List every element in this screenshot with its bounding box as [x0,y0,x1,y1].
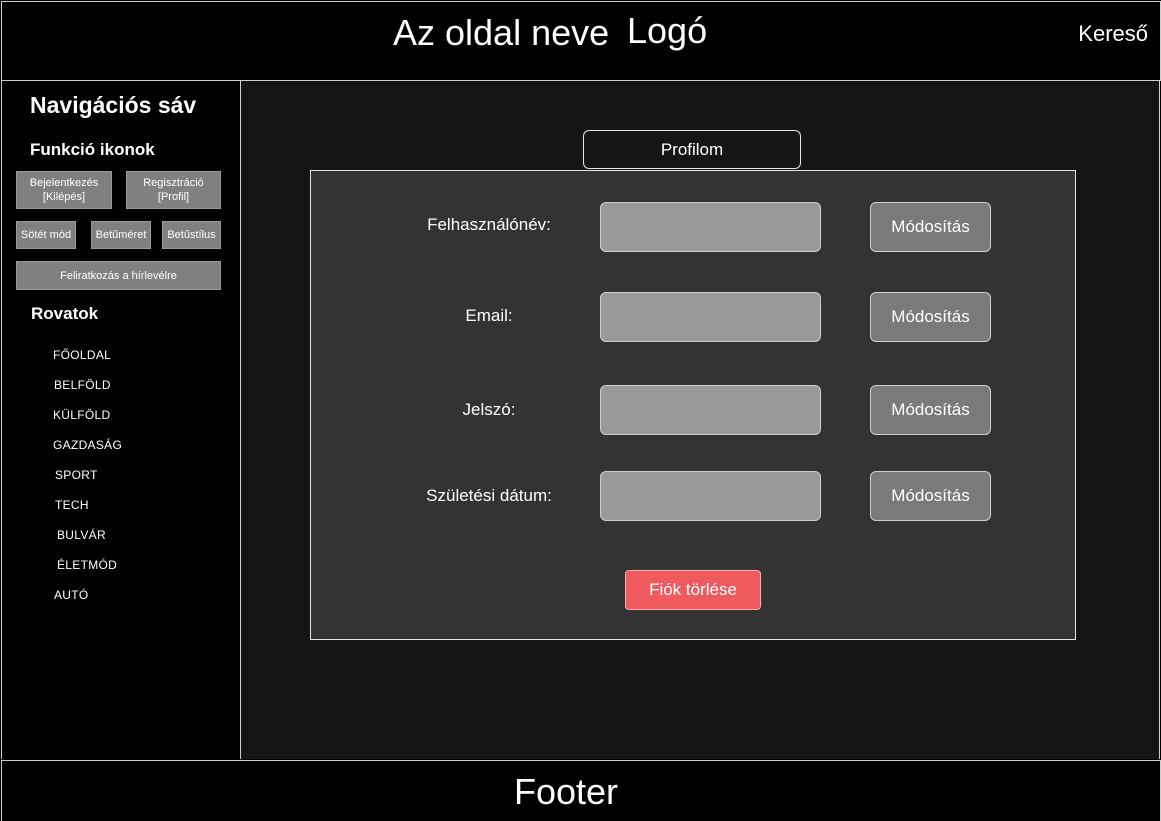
password-label: Jelszó: [462,400,516,419]
section-link-sport[interactable]: SPORT [55,467,98,483]
section-link-gazdasag[interactable]: GAZDASÁG [53,437,122,453]
birth-date-label: Születési dátum: [426,486,552,505]
font-size-button[interactable]: Betűméret [91,221,151,249]
navigation-sidebar: Navigációs sáv Funkció ikonok Bejelentke… [1,81,241,759]
newsletter-subscribe-button[interactable]: Feliratkozás a hírlevélre [16,261,221,290]
birth-date-field[interactable] [600,471,821,521]
main-content: Profilom Felhasználónév: Módosítás Email… [241,81,1160,759]
footer: Footer [1,760,1161,821]
search-link[interactable]: Kereső [1078,20,1148,48]
section-link-auto[interactable]: AUTÓ [54,587,89,603]
modify-birth-date-button[interactable]: Módosítás [870,471,991,521]
profile-panel: Felhasználónév: Módosítás Email: Módosít… [310,170,1076,640]
username-label: Felhasználónév: [427,215,551,234]
section-link-eletmod[interactable]: ÉLETMÓD [57,557,117,573]
delete-account-button[interactable]: Fiók törlése [625,570,761,610]
modify-password-button[interactable]: Módosítás [870,385,991,435]
sidebar-title: Navigációs sáv [30,92,197,118]
username-field[interactable] [600,202,821,252]
header: Az oldal neve Logó Kereső [1,1,1161,81]
modify-username-button[interactable]: Módosítás [870,202,991,252]
site-name: Az oldal neve [393,12,610,53]
section-link-fooldal[interactable]: FŐOLDAL [53,347,111,363]
section-link-kulfold[interactable]: KÜLFÖLD [53,407,110,423]
section-link-bulvar[interactable]: BULVÁR [57,527,106,543]
register-button[interactable]: Regisztráció [Profil] [126,171,221,209]
tab-profile[interactable]: Profilom [583,130,801,169]
modify-email-button[interactable]: Módosítás [870,292,991,342]
section-link-tech[interactable]: TECH [55,497,89,513]
function-icons-title: Funkció ikonok [30,140,155,159]
dark-mode-button[interactable]: Sötét mód [16,221,76,249]
email-label: Email: [465,306,513,325]
password-field[interactable] [600,385,821,435]
section-link-belfold[interactable]: BELFÖLD [54,377,111,393]
logo[interactable]: Logó [627,10,707,52]
login-button[interactable]: Bejelentkezés [Kilépés] [16,171,112,209]
sections-title: Rovatok [31,304,99,323]
font-style-button[interactable]: Betűstílus [162,221,221,249]
email-field[interactable] [600,292,821,342]
footer-text: Footer [514,771,619,812]
